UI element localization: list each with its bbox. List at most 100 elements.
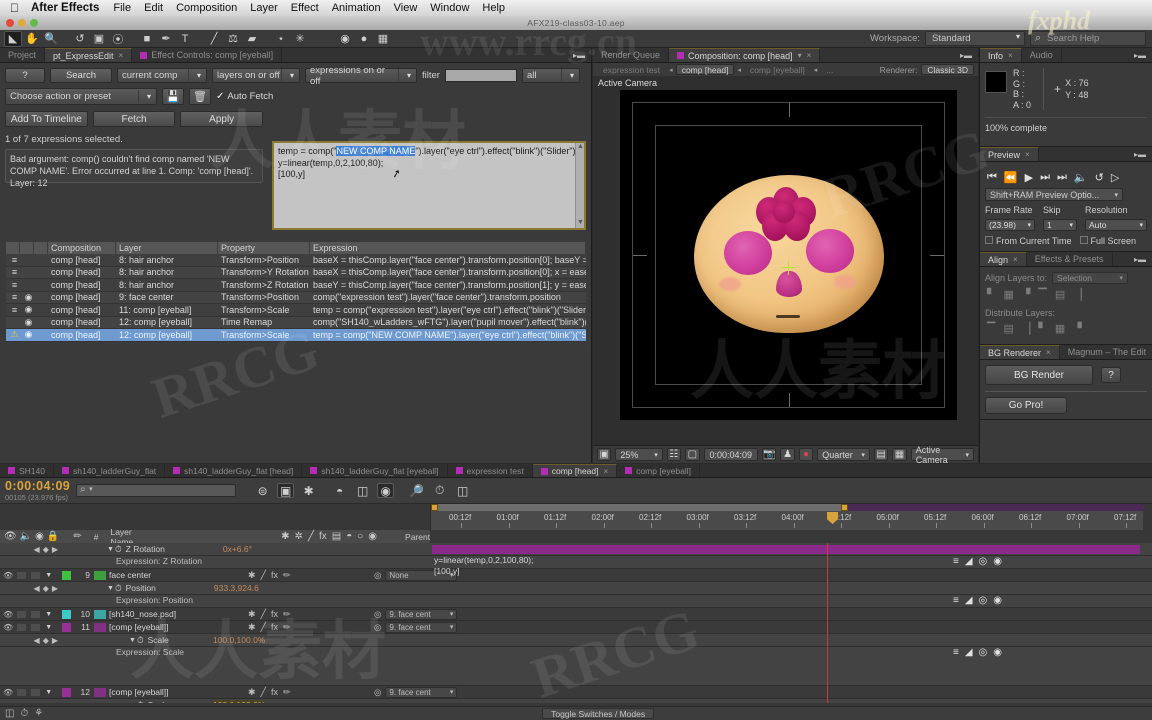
camera-tool-icon[interactable]: ▣	[90, 31, 108, 47]
puppet-pin-tool-icon[interactable]: ✳	[291, 31, 309, 47]
shy-icon[interactable]: ✱	[248, 687, 256, 698]
timeline-tab[interactable]: comp [eyeball]	[617, 464, 700, 477]
solo-icon[interactable]: ◉	[35, 531, 44, 542]
action-preset-select[interactable]: Choose action or preset ▾	[5, 88, 157, 105]
next-keyframe-icon[interactable]: ▶	[52, 584, 58, 593]
audio-switch[interactable]	[16, 687, 28, 697]
type-tool-icon[interactable]: T	[176, 31, 194, 47]
property-value[interactable]: 100.0,100.0%	[212, 700, 266, 703]
selection-tool-icon[interactable]: ◣	[4, 30, 22, 47]
align-top-icon[interactable]: ▔	[1038, 288, 1046, 301]
timeline-search-input[interactable]	[76, 484, 237, 497]
eraser-tool-icon[interactable]: ▰	[243, 31, 261, 47]
quality-icon[interactable]: ╱	[308, 531, 314, 542]
timeline-tab[interactable]: comp [head] ×	[532, 464, 618, 477]
expression-editor[interactable]: temp = comp("NEW COMP NAME").layer("eye …	[272, 141, 586, 230]
video-eye-icon[interactable]: 👁	[3, 610, 13, 619]
expand-triangle-icon[interactable]: ▼	[44, 689, 53, 696]
show-snapshot-icon[interactable]: ♟	[780, 448, 795, 461]
timeline-tab[interactable]: expression test	[448, 464, 533, 477]
layer-switches[interactable]: ✱ ╱ fx ✏	[244, 609, 374, 620]
audio-switch[interactable]	[16, 622, 28, 632]
expand-triangle-icon[interactable]: ▼	[44, 624, 53, 631]
motion-blur-icon[interactable]: ✏	[283, 609, 291, 620]
eye-icon[interactable]: ◉	[20, 292, 34, 303]
menu-window[interactable]: Window	[430, 2, 469, 14]
close-icon[interactable]: ×	[807, 51, 812, 60]
zoom-select[interactable]: 25% ▾	[615, 448, 663, 461]
breadcrumb-comp-head[interactable]: comp [head]	[675, 64, 735, 75]
tab-render-queue[interactable]: Render Queue	[593, 48, 670, 62]
add-to-timeline-button[interactable]: Add To Timeline	[5, 111, 88, 127]
preview-resolution-select[interactable]: Auto ▾	[1085, 219, 1147, 231]
full-screen-checkbox[interactable]: Full Screen	[1079, 236, 1136, 246]
first-frame-icon[interactable]: ⏮	[987, 171, 997, 184]
quality-icon[interactable]: ╱	[261, 622, 266, 633]
layer-name[interactable]: [comp [eyeball]]	[109, 687, 244, 697]
solo-switch[interactable]	[30, 609, 42, 619]
hide-shy-layers-icon[interactable]: ✱	[300, 483, 317, 498]
property-value[interactable]: 100.0,100.0%	[213, 635, 265, 645]
audio-icon[interactable]: 🔈	[1074, 171, 1088, 184]
ram-preview-options-select[interactable]: Shift+RAM Preview Optio... ▾	[985, 188, 1123, 201]
distribute-horizontal-center-icon[interactable]: ▦	[1055, 322, 1065, 335]
expand-triangle-icon[interactable]: ▼	[128, 702, 137, 704]
shape-tool-icon[interactable]: ■	[138, 31, 156, 47]
solo-switch[interactable]	[30, 622, 42, 632]
camera-select[interactable]: Active Camera ▾	[910, 445, 974, 465]
menu-help[interactable]: Help	[482, 2, 505, 14]
layer-av-switches[interactable]: 👁 ▼	[0, 570, 62, 580]
help-button[interactable]: ?	[5, 68, 45, 83]
auto-fetch-checkbox[interactable]: ✓ Auto Fetch	[216, 91, 273, 102]
trash-icon[interactable]: 🗑	[189, 88, 211, 105]
breadcrumb-comp-eyeball[interactable]: comp [eyeball]	[744, 64, 811, 75]
tab-composition[interactable]: Composition: comp [head] ▾ ×	[669, 48, 821, 62]
align-layers-to-select[interactable]: Selection ▾	[1052, 272, 1129, 284]
layer-name[interactable]: [sh140_nose.psd]	[109, 609, 244, 619]
expand-triangle-icon[interactable]: ▼	[106, 546, 115, 553]
eye-icon[interactable]: ◉	[20, 329, 34, 340]
layer-av-switches[interactable]: 👁 ▼	[0, 622, 62, 632]
skip-select[interactable]: 1 ▾	[1043, 219, 1077, 231]
resolution-select[interactable]: Quarter ▾	[817, 448, 870, 461]
close-icon[interactable]: ×	[1013, 255, 1018, 264]
align-horizontal-center-icon[interactable]: ▦	[1003, 288, 1013, 301]
dot-icon[interactable]: ●	[355, 31, 373, 47]
fetch-button[interactable]: Fetch	[92, 111, 176, 127]
layer-color-swatch[interactable]	[62, 609, 71, 619]
hand-tool-icon[interactable]: ✋	[23, 31, 41, 47]
effects-icon[interactable]: fx	[319, 531, 327, 542]
align-bottom-icon[interactable]: ▕	[1073, 288, 1081, 301]
layer-color-swatch[interactable]	[62, 622, 71, 632]
header-expression[interactable]: Expression	[310, 242, 586, 254]
menu-view[interactable]: View	[394, 2, 418, 14]
parent-header[interactable]: Parent	[405, 532, 430, 542]
comp-viewer-stage[interactable]: Active Camera	[593, 76, 978, 436]
keyframe-toggle-icon[interactable]: ◆	[43, 701, 49, 704]
frame-blending-icon[interactable]: ◫	[354, 483, 371, 498]
menu-edit[interactable]: Edit	[144, 2, 163, 14]
layer-av-switches[interactable]: 👁 ▼	[0, 687, 62, 697]
work-area-start-handle[interactable]	[431, 504, 438, 511]
editor-scrollbar[interactable]	[575, 143, 584, 228]
panel-menu-icon[interactable]: ▸▬	[567, 48, 591, 62]
tab-align[interactable]: Align ×	[980, 252, 1027, 266]
pickwhip-icon[interactable]: ◎	[374, 570, 381, 581]
stopwatch-icon[interactable]: ⏱	[137, 635, 144, 646]
layers-select[interactable]: layers on or off ▾	[212, 68, 300, 83]
grid-icon[interactable]: ▦	[374, 31, 392, 47]
close-icon[interactable]: ×	[1025, 150, 1030, 159]
show-channel-icon[interactable]: ●	[798, 448, 814, 461]
bg-render-button[interactable]: BG Render	[985, 365, 1093, 385]
toggle-switches-modes-button[interactable]: Toggle Switches / Modes	[542, 708, 655, 719]
motion-blur-icon[interactable]: ✏	[283, 622, 291, 633]
property-value[interactable]: 933.3,924.6	[214, 583, 259, 593]
menu-animation[interactable]: Animation	[332, 2, 381, 14]
roto-brush-tool-icon[interactable]: ⋆	[272, 31, 290, 47]
distribute-top-icon[interactable]: ▔	[987, 322, 995, 335]
adjustment-icon[interactable]: ○	[357, 531, 363, 542]
live-update-icon[interactable]: ⊜	[254, 483, 271, 498]
stopwatch-icon[interactable]: ⏱	[137, 700, 144, 704]
expressions-select[interactable]: expressions on or off ▾	[305, 65, 417, 87]
brush-tool-icon[interactable]: ╱	[205, 31, 223, 47]
